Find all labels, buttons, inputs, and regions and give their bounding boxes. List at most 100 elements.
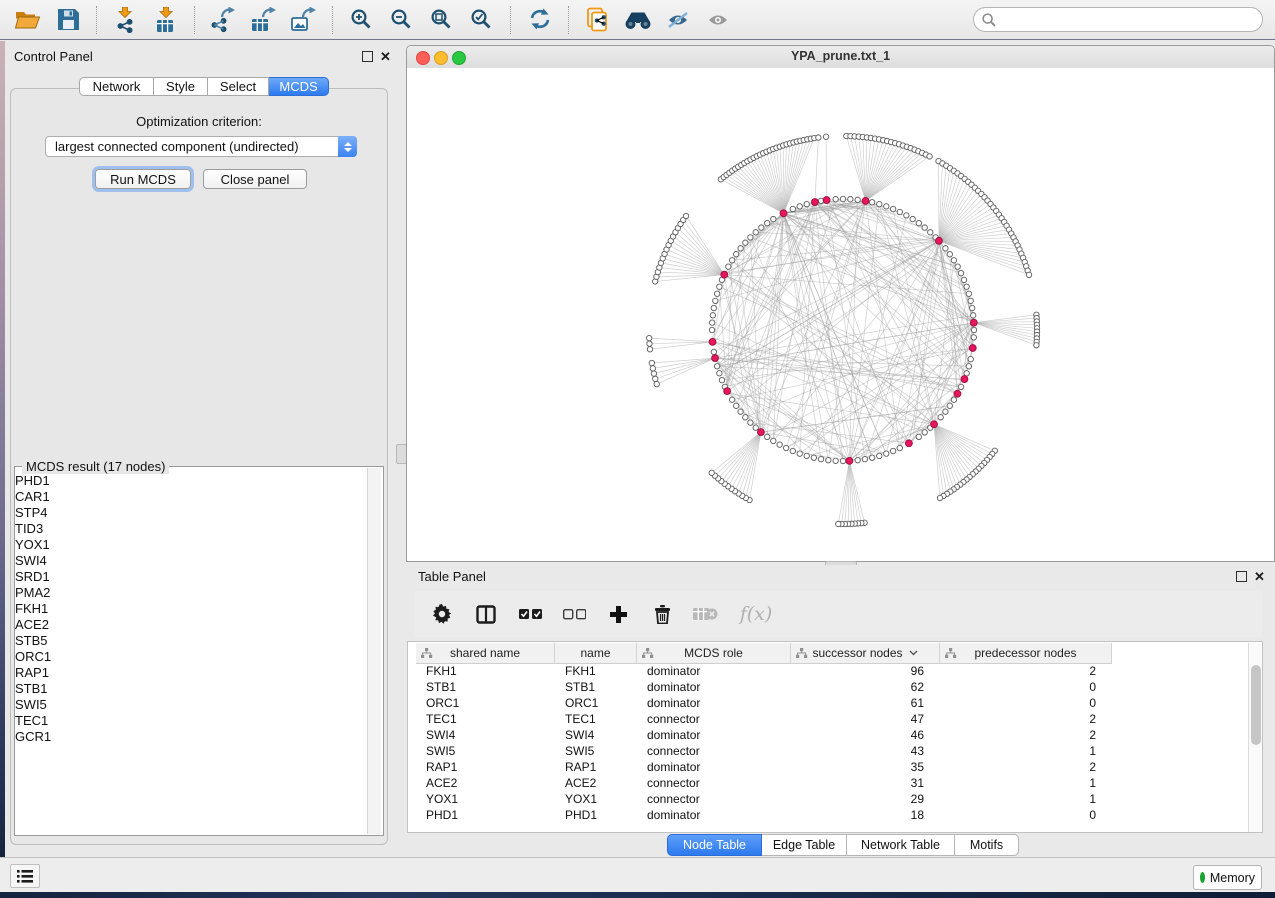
graph-hub-node[interactable]: [846, 457, 853, 464]
graph-node[interactable]: [714, 364, 719, 369]
graph-node[interactable]: [738, 409, 743, 414]
mcds-result-item[interactable]: YOX1: [15, 537, 363, 553]
graph-node[interactable]: [966, 291, 971, 296]
graph-node[interactable]: [811, 455, 816, 460]
graph-node[interactable]: [646, 335, 651, 340]
graph-node[interactable]: [955, 264, 960, 269]
graph-node[interactable]: [711, 305, 716, 310]
graph-node[interactable]: [890, 206, 895, 211]
graph-node[interactable]: [647, 341, 652, 346]
graph-node[interactable]: [951, 397, 956, 402]
graph-node[interactable]: [964, 371, 969, 376]
graph-node[interactable]: [771, 216, 776, 221]
column-header-mcds-role[interactable]: MCDS role: [637, 643, 791, 663]
mcds-result-item[interactable]: PMA2: [15, 585, 363, 601]
mcds-result-item[interactable]: RAP1: [15, 665, 363, 681]
graph-node[interactable]: [783, 445, 788, 450]
graph-hub-node[interactable]: [905, 440, 912, 447]
graph-node[interactable]: [943, 246, 948, 251]
table-row[interactable]: FKH1FKH1dominator962: [416, 663, 1112, 679]
graph-node[interactable]: [958, 384, 963, 389]
graph-hub-node[interactable]: [780, 210, 787, 217]
column-header-successor-nodes[interactable]: successor nodes: [791, 643, 940, 663]
graph-node[interactable]: [916, 220, 921, 225]
table-row[interactable]: ORC1ORC1dominator610: [416, 695, 1112, 711]
tab-network[interactable]: Network: [79, 77, 154, 96]
graph-node[interactable]: [726, 264, 731, 269]
graph-node[interactable]: [709, 327, 714, 332]
graph-node[interactable]: [650, 366, 655, 371]
graph-node[interactable]: [759, 225, 764, 230]
graph-hub-node[interactable]: [712, 355, 719, 362]
mcds-result-item[interactable]: PHD1: [15, 473, 363, 489]
graph-node[interactable]: [651, 371, 656, 376]
graph-node[interactable]: [729, 397, 734, 402]
graph-node[interactable]: [862, 456, 867, 461]
graph-node[interactable]: [653, 376, 658, 381]
mcds-result-item[interactable]: SRD1: [15, 569, 363, 585]
zoom-fit-button[interactable]: [425, 4, 459, 36]
graph-node[interactable]: [897, 445, 902, 450]
graph-node[interactable]: [970, 313, 975, 318]
graph-node[interactable]: [848, 197, 853, 202]
function-builder-button[interactable]: f(x): [735, 599, 777, 629]
graph-node[interactable]: [943, 409, 948, 414]
graph-node[interactable]: [869, 200, 874, 205]
graph-node[interactable]: [840, 196, 845, 201]
network-window-titlebar[interactable]: YPA_prune.txt_1: [407, 46, 1274, 69]
table-row[interactable]: ACE2ACE2connector311: [416, 775, 1112, 791]
graph-node[interactable]: [833, 197, 838, 202]
column-header-name[interactable]: name: [555, 643, 637, 663]
graph-node[interactable]: [966, 364, 971, 369]
graph-hub-node[interactable]: [931, 421, 938, 428]
mcds-result-item[interactable]: STB1: [15, 681, 363, 697]
graph-node[interactable]: [869, 455, 874, 460]
mcds-result-item[interactable]: TID3: [15, 521, 363, 537]
mcds-result-item[interactable]: FKH1: [15, 601, 363, 617]
graph-node[interactable]: [790, 448, 795, 453]
graph-node[interactable]: [683, 213, 688, 218]
refresh-button[interactable]: [523, 4, 557, 36]
tab-style[interactable]: Style: [154, 77, 208, 96]
show-graphics-button[interactable]: [701, 4, 735, 36]
graph-hub-node[interactable]: [961, 376, 968, 383]
graph-hub-node[interactable]: [969, 345, 976, 352]
graph-node[interactable]: [840, 458, 845, 463]
graph-node[interactable]: [916, 434, 921, 439]
graph-node[interactable]: [969, 305, 974, 310]
column-header-predecessor-nodes[interactable]: predecessor nodes: [940, 643, 1112, 663]
zoom-out-button[interactable]: [385, 4, 419, 36]
mcds-result-item[interactable]: STB5: [15, 633, 363, 649]
mcds-result-item[interactable]: ORC1: [15, 649, 363, 665]
table-row[interactable]: STB1STB1dominator620: [416, 679, 1112, 695]
run-mcds-button[interactable]: Run MCDS: [95, 169, 191, 189]
table-row[interactable]: TEC1TEC1connector472: [416, 711, 1112, 727]
graph-node[interactable]: [938, 415, 943, 420]
graph-node[interactable]: [717, 284, 722, 289]
zoom-selected-button[interactable]: [465, 4, 499, 36]
graph-node[interactable]: [884, 451, 889, 456]
export-image-button[interactable]: [287, 4, 321, 36]
table-row[interactable]: YOX1YOX1connector291: [416, 791, 1112, 807]
graph-node[interactable]: [818, 456, 823, 461]
table-mode-button[interactable]: [471, 599, 501, 629]
close-panel-icon[interactable]: ✕: [1254, 571, 1265, 582]
mcds-result-item[interactable]: SWI5: [15, 697, 363, 713]
table-row[interactable]: SWI4SWI4dominator462: [416, 727, 1112, 743]
graph-node[interactable]: [647, 347, 652, 352]
close-panel-button[interactable]: Close panel: [203, 169, 307, 189]
graph-hub-node[interactable]: [970, 319, 977, 326]
graph-node[interactable]: [729, 258, 734, 263]
export-network-button[interactable]: [207, 4, 241, 36]
graph-hub-node[interactable]: [862, 198, 869, 205]
graph-node[interactable]: [855, 197, 860, 202]
graph-node[interactable]: [733, 251, 738, 256]
graph-node[interactable]: [1034, 343, 1039, 348]
graph-node[interactable]: [922, 430, 927, 435]
table-settings-button[interactable]: [427, 599, 457, 629]
graph-node[interactable]: [753, 425, 758, 430]
graph-node[interactable]: [777, 442, 782, 447]
graph-node[interactable]: [937, 495, 942, 500]
graph-node[interactable]: [771, 438, 776, 443]
mcds-result-scrollbar[interactable]: [367, 468, 381, 834]
